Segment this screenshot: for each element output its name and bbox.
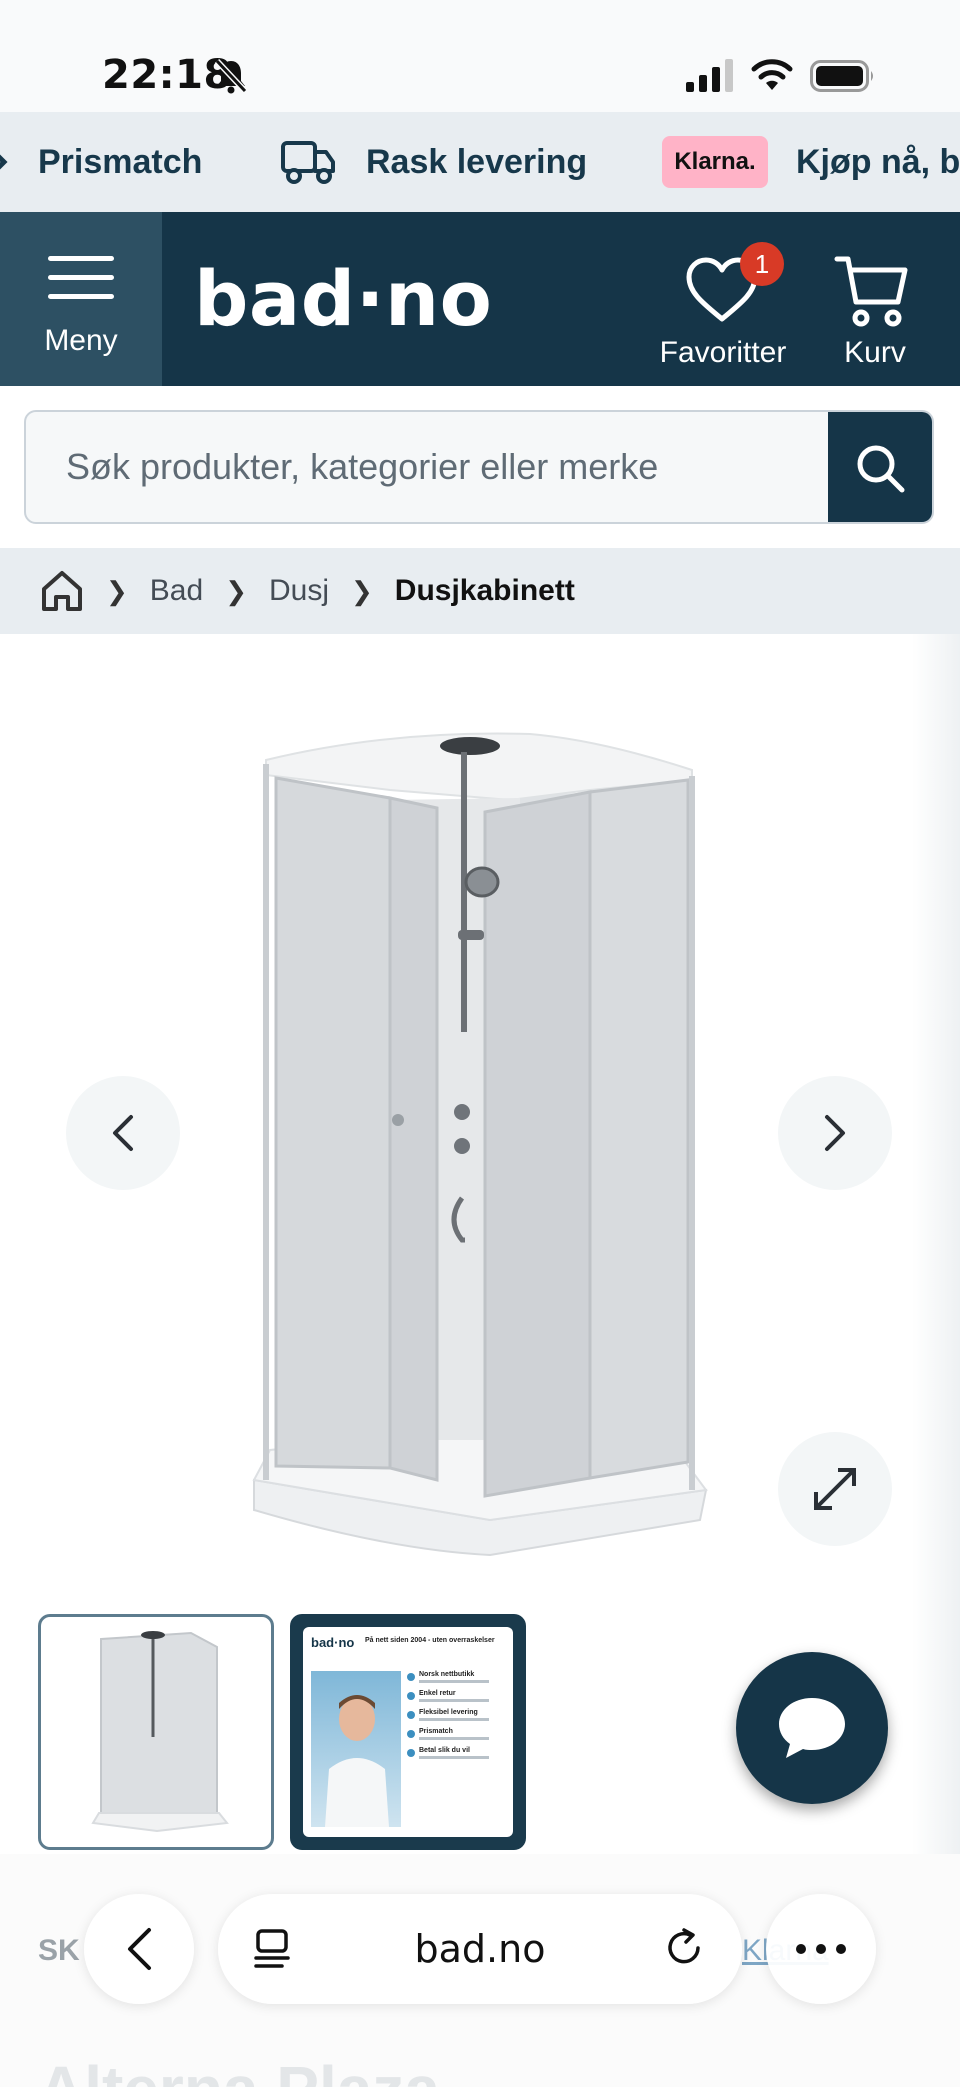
cart-label: Kurv xyxy=(844,336,906,369)
favorites-count-badge: 1 xyxy=(740,242,784,286)
usp-prismatch: Prismatch xyxy=(38,142,203,181)
gallery-thumbnail-promo[interactable]: bad·no På nett siden 2004 - uten overras… xyxy=(290,1614,526,1850)
breadcrumb-dusj[interactable]: Dusj xyxy=(269,574,329,608)
chevron-left-icon xyxy=(113,1115,133,1151)
thumbnail-image xyxy=(91,1631,229,1833)
person-image xyxy=(325,1695,389,1827)
chevron-right-icon: ❯ xyxy=(106,575,128,606)
browser-domain: bad.no xyxy=(414,1927,546,1971)
browser-back-button[interactable] xyxy=(84,1894,194,2004)
klarna-logo: Klarna. xyxy=(662,136,768,188)
home-icon[interactable] xyxy=(40,569,84,613)
favorites-button[interactable]: 1 Favoritter xyxy=(648,230,798,380)
battery-icon xyxy=(810,60,873,92)
chat-icon xyxy=(779,1698,845,1758)
bell-slash-icon xyxy=(214,58,248,94)
sku-label: SK xyxy=(38,1934,80,1967)
more-icon xyxy=(796,1944,846,1954)
site-header: Meny bad·no 1 Favoritter Kurv xyxy=(0,212,960,386)
tabs-icon xyxy=(254,1929,290,1968)
status-bar: 22:18 xyxy=(0,0,960,112)
chevron-right-icon: ❯ xyxy=(225,575,247,606)
wifi-icon xyxy=(751,59,793,90)
promo-points: Norsk nettbutikk Enkel retur Fleksibel l… xyxy=(407,1671,507,1766)
usp-kjop-na: Kjøp nå, betal senere xyxy=(796,142,960,181)
status-time: 22:18 xyxy=(102,52,232,98)
breadcrumb: ❯ Bad ❯ Dusj ❯ Dusjkabinett xyxy=(0,548,960,634)
signal-icon xyxy=(686,59,733,92)
breadcrumb-current: Dusjkabinett xyxy=(394,574,575,607)
reload-icon[interactable] xyxy=(662,1926,706,1970)
chevron-right-icon xyxy=(825,1115,845,1151)
promo-brand: bad·no xyxy=(311,1635,355,1650)
search-field[interactable]: Søk produkter, kategorier eller merke xyxy=(24,410,934,524)
hamburger-icon xyxy=(48,256,114,313)
breadcrumb-bad[interactable]: Bad xyxy=(150,574,203,608)
menu-button[interactable]: Meny xyxy=(0,212,162,386)
usp-rask-levering: Rask levering xyxy=(366,142,588,181)
favorites-label: Favoritter xyxy=(659,336,787,369)
chat-button[interactable] xyxy=(736,1652,888,1804)
cart-icon xyxy=(834,256,908,327)
expand-icon xyxy=(814,1468,856,1510)
browser-address-bar[interactable]: bad.no xyxy=(218,1894,742,2004)
gallery-thumbnail[interactable] xyxy=(38,1614,274,1850)
truck-icon xyxy=(281,141,335,184)
product-title: Alterna Plaza xyxy=(38,2052,440,2087)
fullscreen-button[interactable] xyxy=(778,1432,892,1546)
browser-more-button[interactable] xyxy=(766,1894,876,2004)
chevron-right-icon: ❯ xyxy=(351,575,373,606)
site-logo[interactable]: bad·no xyxy=(194,254,492,343)
cart-button[interactable]: Kurv xyxy=(820,230,930,380)
gallery-prev-button[interactable] xyxy=(66,1076,180,1190)
gallery-next-button[interactable] xyxy=(778,1076,892,1190)
product-image[interactable] xyxy=(240,720,720,1560)
promo-tagline: På nett siden 2004 - uten overraskelser xyxy=(365,1637,495,1644)
usp-strip: Prismatch Rask levering Kjøp nå, betal s… xyxy=(0,112,960,212)
chevron-left-icon xyxy=(128,1928,151,1970)
search-input[interactable]: Søk produkter, kategorier eller merke xyxy=(66,412,658,522)
menu-label: Meny xyxy=(44,324,118,357)
search-button[interactable] xyxy=(828,412,932,522)
search-icon xyxy=(857,445,905,493)
check-icon xyxy=(0,154,8,170)
